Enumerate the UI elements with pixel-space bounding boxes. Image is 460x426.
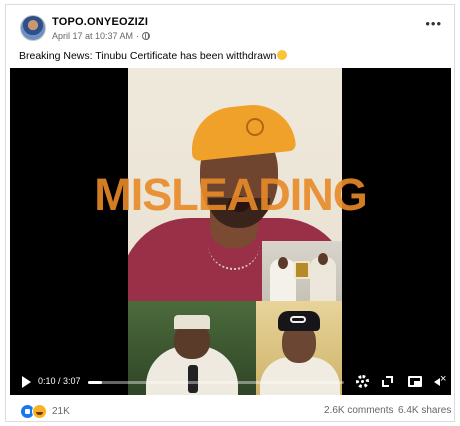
expand-icon[interactable] (382, 376, 393, 387)
cap-logo (246, 118, 264, 136)
more-options-icon[interactable]: ••• (425, 17, 442, 30)
play-icon[interactable] (22, 376, 31, 388)
certificate-presentation-image (262, 241, 342, 301)
elder-cap (174, 315, 210, 329)
muted-speaker-icon[interactable] (434, 373, 446, 388)
laughing-face-emoji-icon (277, 50, 288, 60)
figure-left-head (278, 257, 288, 269)
video-time: 0:10 / 3:07 (38, 376, 81, 386)
video-player[interactable]: MISLEADING 0:10 / 3:07 (10, 68, 451, 395)
comments-link[interactable]: 2.6K comments (324, 405, 393, 416)
figure-right-head (318, 253, 328, 265)
page-avatar[interactable] (20, 15, 46, 41)
picture-in-picture-icon[interactable] (408, 376, 422, 387)
seek-bar[interactable] (88, 381, 344, 384)
post-meta: April 17 at 10:37 AM · (52, 31, 151, 41)
seek-progress (88, 381, 102, 384)
post-card: TOPO.ONYEOZIZI April 17 at 10:37 AM · ••… (5, 4, 455, 422)
certificate-frame (294, 261, 310, 279)
video-frame (128, 68, 342, 395)
meta-separator: · (136, 31, 140, 41)
post-footer: 21K 2.6K comments 6.4K shares (6, 400, 454, 420)
globe-icon (142, 32, 151, 40)
tinubu-cap-mark (290, 316, 306, 323)
post-text: Breaking News: Tinubu Certificate has be… (19, 50, 288, 62)
speaker-cap (187, 100, 297, 162)
haha-reaction-icon (32, 404, 47, 419)
video-controls: 0:10 / 3:07 (10, 370, 451, 395)
misleading-label: MISLEADING (94, 169, 368, 220)
gear-icon[interactable] (356, 375, 369, 388)
post-timestamp[interactable]: April 17 at 10:37 AM (52, 31, 133, 41)
shares-link[interactable]: 6.4K shares (398, 405, 451, 416)
post-text-content: Breaking News: Tinubu Certificate has be… (19, 50, 277, 62)
reactions-summary[interactable]: 21K (20, 404, 70, 419)
reaction-count: 21K (52, 406, 70, 417)
page-name[interactable]: TOPO.ONYEOZIZI (52, 16, 148, 28)
